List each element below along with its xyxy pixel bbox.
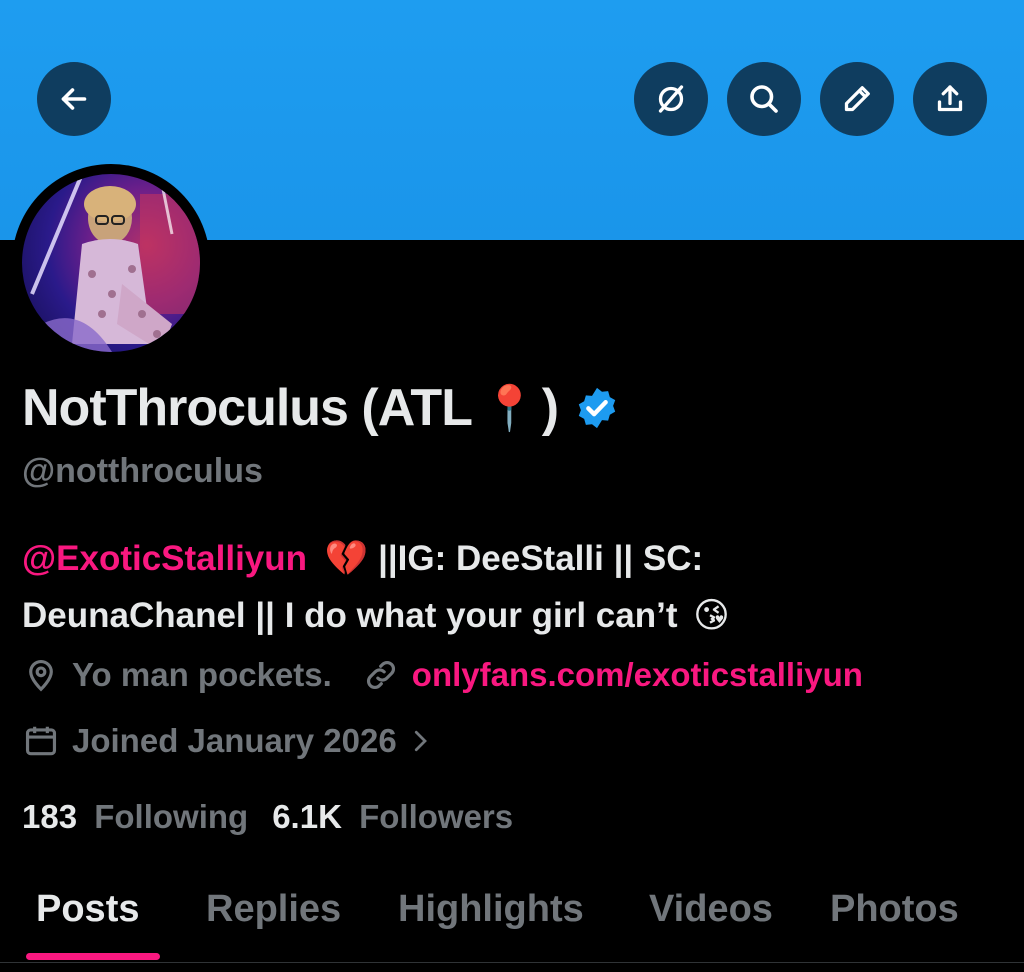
broken-heart-emoji: 💔	[324, 539, 369, 578]
grok-icon	[658, 85, 684, 113]
bio-mention-link[interactable]: @ExoticStalliyun	[22, 539, 307, 578]
followers-stat[interactable]: 6.1K Followers	[272, 798, 513, 836]
followers-count: 6.1K	[272, 798, 342, 835]
grok-button[interactable]	[634, 62, 708, 136]
follow-stats: 183 Following 6.1K Followers	[22, 798, 513, 836]
following-stat[interactable]: 183 Following	[22, 798, 248, 836]
share-button[interactable]	[913, 62, 987, 136]
tab-posts[interactable]: Posts	[36, 888, 139, 931]
back-button[interactable]	[37, 62, 111, 136]
following-count: 183	[22, 798, 78, 835]
chevron-right-icon[interactable]	[405, 726, 435, 756]
tab-replies[interactable]: Replies	[206, 888, 341, 931]
joined-row: Joined January 2026	[22, 722, 447, 760]
share-icon	[937, 85, 963, 112]
avatar-image	[22, 174, 200, 352]
kiss-emoji: 😘	[693, 596, 730, 635]
verified-badge-icon[interactable]	[574, 385, 620, 431]
tab-photos[interactable]: Photos	[830, 888, 959, 931]
display-name-close: )	[541, 379, 559, 437]
search-icon	[750, 85, 778, 113]
tab-videos[interactable]: Videos	[649, 888, 773, 931]
arrow-left-icon	[61, 88, 87, 110]
location-pin-icon	[29, 660, 53, 692]
profile-meta-row: Yo man pockets. onlyfans.com/exoticstall…	[22, 656, 863, 694]
tab-highlights[interactable]: Highlights	[398, 888, 584, 931]
bio-line2-text: DeunaChanel || I do what your girl can’t	[22, 596, 678, 635]
bio: @ExoticStalliyun 💔 ||IG: DeeStalli || SC…	[22, 530, 1002, 644]
joined-text: Joined January 2026	[72, 722, 397, 759]
active-tab-indicator	[26, 953, 160, 960]
followers-label: Followers	[359, 798, 514, 835]
website-link[interactable]: onlyfans.com/exoticstalliyun	[412, 656, 863, 694]
bio-line1-text: ||IG: DeeStalli || SC:	[378, 539, 704, 578]
search-button[interactable]	[727, 62, 801, 136]
edit-icon	[844, 86, 870, 112]
following-label: Following	[94, 798, 249, 835]
link-icon	[366, 661, 395, 689]
location-text: Yo man pockets.	[72, 656, 332, 693]
pin-emoji: 📍	[481, 384, 537, 433]
handle: @notthroculus	[22, 452, 263, 490]
edit-button[interactable]	[820, 62, 894, 136]
display-name: NotThroculus (ATL 📍 )	[22, 378, 620, 438]
tabs-divider	[0, 962, 1024, 963]
calendar-icon	[25, 726, 57, 756]
avatar[interactable]	[12, 164, 210, 362]
display-name-text: NotThroculus (ATL	[22, 379, 473, 437]
